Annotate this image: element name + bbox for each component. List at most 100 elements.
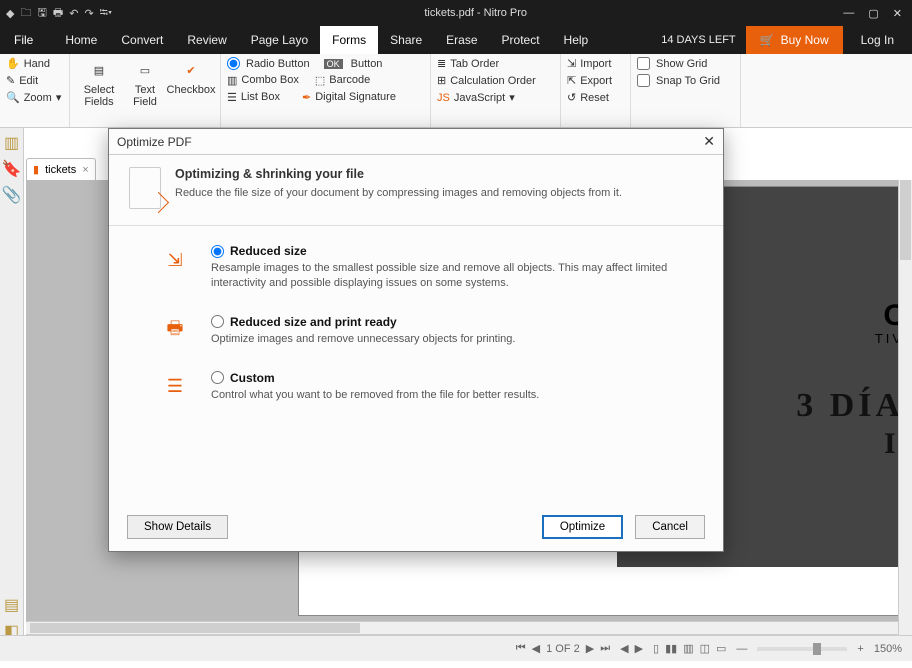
optimize-button[interactable]: Optimize xyxy=(542,515,623,539)
dialog-title: Optimize PDF xyxy=(117,135,192,149)
view-facing-icon[interactable]: ▥ xyxy=(683,642,693,655)
save-icon[interactable]: 🖫 xyxy=(37,4,46,23)
redo-icon[interactable]: ↷ xyxy=(84,7,93,20)
signature-icon: ✒ xyxy=(302,91,311,104)
show-details-button[interactable]: Show Details xyxy=(127,515,228,539)
horizontal-scrollbar[interactable] xyxy=(26,621,898,635)
radio-icon[interactable] xyxy=(211,245,224,258)
tab-forms[interactable]: Forms xyxy=(320,26,378,54)
prev-page-icon[interactable]: ◀ xyxy=(532,642,540,655)
vertical-scrollbar[interactable] xyxy=(898,180,912,635)
digital-signature-tool[interactable]: ✒Digital Signature xyxy=(302,91,396,104)
select-tool-icon[interactable]: ⭾▾ xyxy=(100,4,112,23)
minimize-icon[interactable]: — xyxy=(843,7,854,20)
select-fields-button[interactable]: ▤Select Fields xyxy=(76,56,122,125)
checkbox-icon: ✔ xyxy=(186,64,195,77)
calc-icon: ⊞ xyxy=(437,74,446,87)
checkbox-icon xyxy=(637,57,650,70)
attachments-panel-icon[interactable]: 📎 xyxy=(1,184,23,206)
dialog-heading: Optimizing & shrinking your file xyxy=(175,167,622,181)
barcode-icon: ⬚ xyxy=(315,74,325,87)
open-icon[interactable]: 🗀 xyxy=(20,4,31,23)
undo-icon[interactable]: ↶ xyxy=(69,7,78,20)
close-icon[interactable]: ✕ xyxy=(893,7,902,20)
tab-order-tool[interactable]: ≣Tab Order xyxy=(437,56,554,71)
scroll-thumb[interactable] xyxy=(900,180,911,260)
tab-share[interactable]: Share xyxy=(378,26,434,54)
tab-order-icon: ≣ xyxy=(437,57,446,70)
tab-help[interactable]: Help xyxy=(552,26,601,54)
javascript-tool[interactable]: JSJavaScript ▾ xyxy=(437,90,554,105)
option-custom[interactable]: Custom Control what you want to be remov… xyxy=(211,371,539,403)
radio-button-tool[interactable]: Radio ButtonOKButton xyxy=(227,56,424,71)
bookmarks-panel-icon[interactable]: 🔖 xyxy=(1,158,23,180)
zoom-slider[interactable] xyxy=(757,647,847,651)
js-icon: JS xyxy=(437,92,450,104)
dialog-close-icon[interactable]: ✕ xyxy=(703,133,715,150)
barcode-tool[interactable]: ⬚Barcode xyxy=(315,74,370,87)
nav-fwd-icon[interactable]: ▶ xyxy=(635,642,643,655)
list-box-tool[interactable]: ☰List Box xyxy=(227,91,280,104)
option-print-ready[interactable]: Reduced size and print ready Optimize im… xyxy=(211,315,515,347)
buy-now-button[interactable]: 🛒 Buy Now xyxy=(746,26,843,54)
zoom-in-icon[interactable]: + xyxy=(857,643,863,655)
tab-home[interactable]: Home xyxy=(53,26,109,54)
chevron-down-icon: ▾ xyxy=(56,91,62,104)
reset-tool[interactable]: ↺Reset xyxy=(567,90,624,105)
document-tab[interactable]: ▮ tickets × xyxy=(26,158,96,180)
slider-knob[interactable] xyxy=(813,643,821,655)
login-button[interactable]: Log In xyxy=(843,33,912,47)
text-field-button[interactable]: ▭Text Field xyxy=(122,56,168,125)
quick-access-toolbar: ◆ 🗀 🖫 🖶 ↶ ↷ ⭾▾ xyxy=(0,4,118,23)
option-reduced-size[interactable]: Reduced size Resample images to the smal… xyxy=(211,244,703,291)
view-book-icon[interactable]: ◫ xyxy=(700,642,710,655)
pages-panel-icon[interactable]: ▥ xyxy=(1,132,23,154)
select-fields-icon: ▤ xyxy=(94,64,104,77)
edit-tool[interactable]: ✎Edit xyxy=(6,73,63,88)
reset-icon: ↺ xyxy=(567,91,576,104)
dialog-subtitle: Reduce the file size of your document by… xyxy=(175,187,622,199)
ribbon-tabs: Home Convert Review Page Layo Forms Shar… xyxy=(53,26,600,54)
scroll-thumb[interactable] xyxy=(30,623,360,633)
combo-box-tool[interactable]: ▥Combo Box xyxy=(227,74,299,87)
hand-tool[interactable]: ✋Hand xyxy=(6,56,63,71)
view-single-icon[interactable]: ▯ xyxy=(653,642,659,655)
zoom-out-icon[interactable]: — xyxy=(736,643,747,655)
close-tab-icon[interactable]: × xyxy=(82,164,88,176)
chevron-down-icon: ▾ xyxy=(509,91,515,104)
panel-icon-a[interactable]: ▤ xyxy=(1,594,23,616)
optimize-doc-icon xyxy=(129,167,161,209)
zoom-level: 150% xyxy=(874,643,902,655)
snap-to-grid-toggle[interactable]: Snap To Grid xyxy=(637,73,734,88)
zoom-tool[interactable]: 🔍Zoom ▾ xyxy=(6,90,63,105)
tab-erase[interactable]: Erase xyxy=(434,26,489,54)
radio-icon[interactable] xyxy=(211,371,224,384)
tab-review[interactable]: Review xyxy=(175,26,238,54)
list-icon: ☰ xyxy=(227,91,237,104)
checkbox-button[interactable]: ✔Checkbox xyxy=(168,56,214,125)
file-menu[interactable]: File xyxy=(0,26,47,54)
print-icon[interactable]: 🖶 xyxy=(53,4,63,23)
maximize-icon[interactable]: ▢ xyxy=(868,7,878,20)
cancel-button[interactable]: Cancel xyxy=(635,515,705,539)
calc-order-tool[interactable]: ⊞Calculation Order xyxy=(437,73,554,88)
view-continuous-icon[interactable]: ▮▮ xyxy=(665,642,677,655)
import-icon: ⇲ xyxy=(567,57,576,70)
nav-back-icon[interactable]: ◀ xyxy=(620,642,628,655)
view-rotate-icon[interactable]: ▭ xyxy=(716,642,726,655)
tab-page-layout[interactable]: Page Layo xyxy=(239,26,320,54)
next-page-icon[interactable]: ▶ xyxy=(586,642,594,655)
window-title: tickets.pdf - Nitro Pro xyxy=(118,7,833,19)
print-ready-icon: 🖶 xyxy=(159,315,191,347)
titlebar: ◆ 🗀 🖫 🖶 ↶ ↷ ⭾▾ tickets.pdf - Nitro Pro —… xyxy=(0,0,912,26)
hand-icon: ✋ xyxy=(6,57,20,70)
import-tool[interactable]: ⇲Import xyxy=(567,56,624,71)
last-page-icon[interactable]: ⏭ xyxy=(600,642,610,655)
tab-convert[interactable]: Convert xyxy=(109,26,175,54)
radio-icon[interactable] xyxy=(211,315,224,328)
first-page-icon[interactable]: ⏮ xyxy=(516,642,526,655)
pdf-file-icon: ▮ xyxy=(33,163,39,176)
show-grid-toggle[interactable]: Show Grid xyxy=(637,56,734,71)
tab-protect[interactable]: Protect xyxy=(490,26,552,54)
export-tool[interactable]: ⇱Export xyxy=(567,73,624,88)
